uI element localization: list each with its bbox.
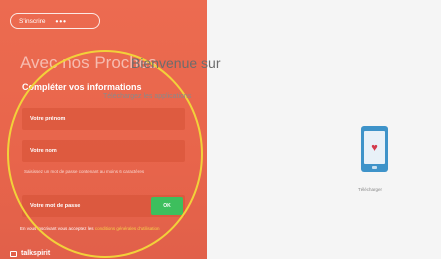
download-subtitle: Téléchargez les applications xyxy=(103,93,192,100)
phone-screen: ♥ xyxy=(364,131,385,164)
terms-prefix: En vous inscrivant vous acceptez les xyxy=(20,226,94,231)
footer-brand-label: talkspirit xyxy=(21,250,51,257)
terms-text: En vous inscrivant vous acceptez les con… xyxy=(20,225,190,232)
first-name-placeholder: Votre prénom xyxy=(30,116,66,122)
password-placeholder: Votre mot de passe xyxy=(30,203,81,209)
phone-icon[interactable]: ♥ xyxy=(361,126,388,172)
welcome-title: Bienvenue sur xyxy=(131,55,221,71)
signup-pill-button[interactable]: S'inscrire ••• xyxy=(10,13,100,29)
more-dots-icon: ••• xyxy=(55,16,67,26)
password-hint: Saisissez un mot de passe contenant au m… xyxy=(24,169,145,174)
section-title: Compléter vos informations xyxy=(22,82,142,92)
signup-pill-label: S'inscrire xyxy=(19,17,46,25)
phone-home-button xyxy=(372,166,377,169)
terms-link[interactable]: conditions générales d'utilisation xyxy=(95,226,160,231)
ok-button[interactable]: OK xyxy=(151,197,183,215)
password-input[interactable]: Votre mot de passe OK xyxy=(22,195,185,217)
last-name-placeholder: Votre nom xyxy=(30,148,57,154)
welcome-area xyxy=(207,0,441,259)
heart-icon: ♥ xyxy=(371,141,378,154)
first-name-input[interactable]: Votre prénom xyxy=(22,108,185,130)
app-window: S'inscrire ••• Avec nos Proches Compléte… xyxy=(0,0,441,259)
signup-panel: S'inscrire ••• Avec nos Proches Compléte… xyxy=(0,0,207,259)
footer-brand: talkspirit xyxy=(10,250,50,257)
talkspirit-logo-icon xyxy=(10,250,17,257)
download-label[interactable]: Télécharger xyxy=(358,187,382,192)
last-name-input[interactable]: Votre nom xyxy=(22,140,185,162)
